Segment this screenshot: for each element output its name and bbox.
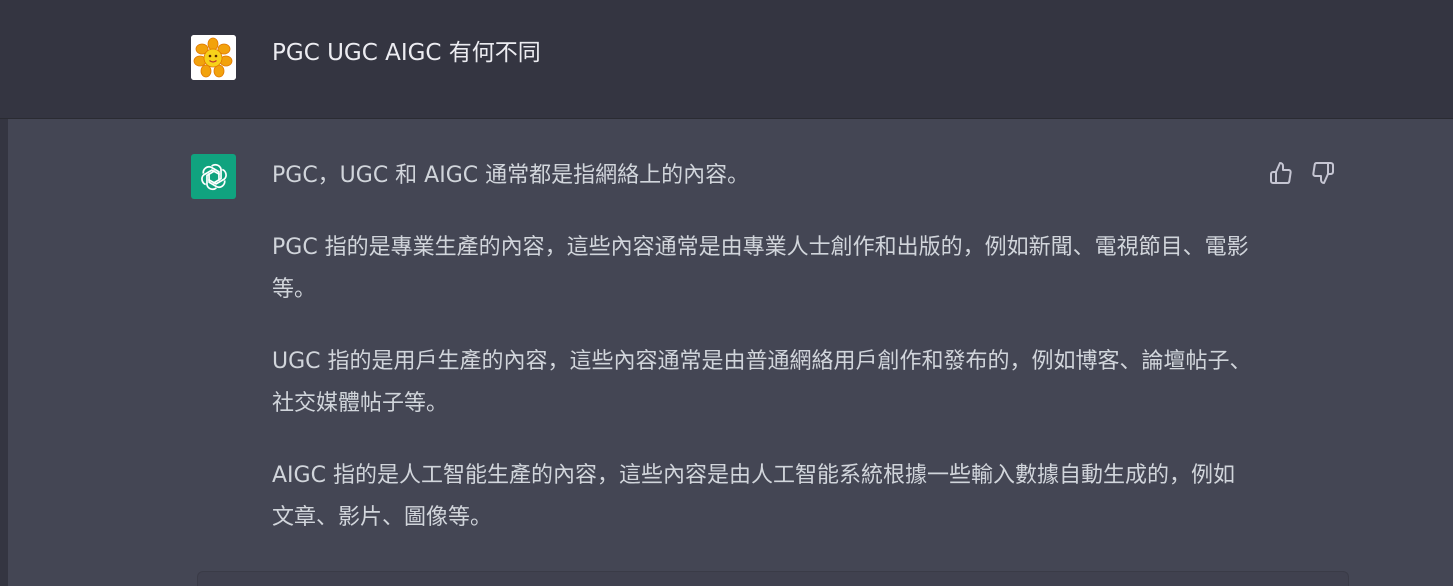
assistant-answer: PGC，UGC 和 AIGC 通常都是指網絡上的內容。 PGC 指的是專業生產的… [272, 155, 1252, 569]
answer-paragraph-pgc: PGC 指的是專業生產的內容，這些內容通常是由專業人士創作和出版的，例如新聞、電… [272, 235, 1249, 302]
answer-paragraph-intro: PGC，UGC 和 AIGC 通常都是指網絡上的內容。 [272, 163, 750, 188]
flower-avatar-icon [191, 35, 236, 80]
thumbs-up-icon [1270, 162, 1292, 184]
user-message-row: PGC UGC AIGC 有何不同 [0, 0, 1453, 119]
assistant-message-row: PGC，UGC 和 AIGC 通常都是指網絡上的內容。 PGC 指的是專業生產的… [8, 119, 1453, 586]
thumbs-down-icon [1312, 162, 1334, 184]
answer-paragraph-ugc: UGC 指的是用戶生產的內容，這些內容通常是由普通網絡用戶創作和發布的，例如博客… [272, 349, 1252, 416]
openai-logo-icon [200, 163, 227, 190]
assistant-avatar [191, 154, 236, 199]
bottom-panel-edge [197, 571, 1349, 586]
thumbs-up-button[interactable] [1267, 158, 1295, 188]
chat-page: PGC UGC AIGC 有何不同 PGC，UGC 和 AIGC 通常都是指網絡… [0, 0, 1453, 586]
user-avatar [191, 35, 236, 80]
thumbs-down-button[interactable] [1309, 158, 1337, 188]
user-message-text: PGC UGC AIGC 有何不同 [272, 40, 541, 66]
answer-paragraph-aigc: AIGC 指的是人工智能生產的內容，這些內容是由人工智能系統根據一些輸入數據自動… [272, 463, 1235, 530]
